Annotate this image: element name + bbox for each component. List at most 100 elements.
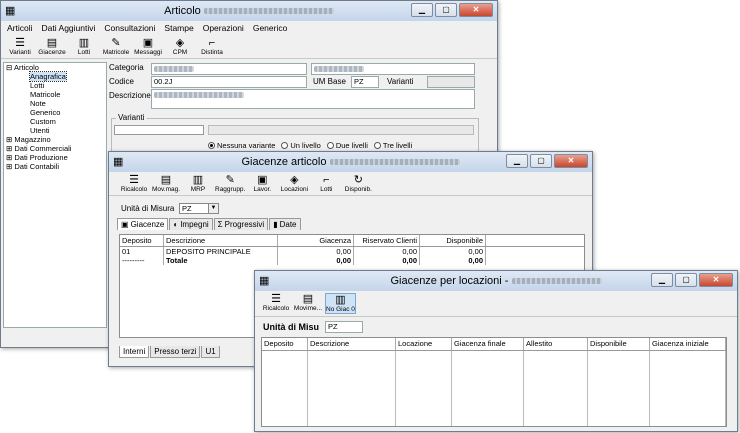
tree-item-utenti[interactable]: Utenti [4, 126, 106, 135]
bottom-tab-interni[interactable]: Interni [119, 346, 150, 358]
radio-nessuna-variante[interactable]: Nessuna variante [208, 141, 275, 150]
app-icon: ▦ [5, 5, 16, 17]
cell-dep: 01 [120, 247, 164, 256]
radio-indicator[interactable] [281, 142, 289, 149]
col-header-disponibile[interactable]: Disponibile [420, 235, 486, 246]
cell-ris: 0,00 [354, 247, 420, 256]
tab-date[interactable]: ▮ Date [269, 218, 301, 230]
table-row[interactable]: 01 DEPOSITO PRINCIPALE 0,00 0,00 0,00 [120, 247, 584, 256]
menu-generico[interactable]: Generico [253, 23, 288, 33]
col-header-deposito[interactable]: Deposito [262, 338, 308, 350]
tree-item-dati-contabili[interactable]: ⊞ Dati Contabili [4, 162, 106, 171]
close-button[interactable]: ✕ [554, 154, 588, 168]
tool-no-giac-0-button[interactable]: ▥ No Giac 0 [325, 293, 356, 314]
minimize-button[interactable]: ▁ [651, 273, 673, 287]
col-header-locazione[interactable]: Locazione [396, 338, 452, 350]
tab-progressivi[interactable]: Σ Progressivi [213, 218, 269, 230]
tool-giacenze-button[interactable]: ▤ Giacenze [37, 37, 67, 56]
col-header-descrizione[interactable]: Descrizione [308, 338, 396, 350]
tree-item-label: Custom [30, 117, 56, 126]
toolbar: ☰ Ricalcolo ▤ Mov.mag. ▥ MRP ✎ Raggrupp. ▣ Lavor.… [109, 172, 592, 196]
tool-lotti-button[interactable]: ▥ Lotti [69, 37, 99, 56]
col-header-giacenza-finale[interactable]: Giacenza finale [452, 338, 524, 350]
col-header-riservato-clienti[interactable]: Riservato Clienti [354, 235, 420, 246]
menu-operazioni[interactable]: Operazioni [203, 23, 244, 33]
menu-consultazioni[interactable]: Consultazioni [104, 23, 155, 33]
col-header-giacenza[interactable]: Giacenza [278, 235, 354, 246]
tab-impegni[interactable]: ◐ Impegni [169, 218, 213, 230]
tool-cpm-button[interactable]: ◈ CPM [165, 37, 195, 56]
menu-dati-aggiuntivi[interactable]: Dati Aggiuntivi [42, 23, 96, 33]
radio-tre-livelli[interactable]: Tre livelli [373, 141, 413, 150]
um-select[interactable]: PZ ▼ [179, 203, 219, 214]
tree-item-note[interactable]: Note [4, 99, 106, 108]
tab-giacenze[interactable]: ▣ Giacenze [117, 218, 169, 230]
tool-ricalcolo-button[interactable]: ☰ Ricalcolo [261, 293, 291, 314]
tree-item-anagrafica[interactable]: Anagrafica [4, 71, 106, 82]
um-field[interactable]: PZ [325, 321, 363, 333]
tree-item-generico[interactable]: Generico [4, 108, 106, 117]
maximize-button[interactable]: ▢ [435, 3, 457, 17]
tree-item-matricole[interactable]: Matricole [4, 90, 106, 99]
um-base-field[interactable]: PZ [351, 76, 379, 88]
tool-locazioni-button[interactable]: ◈ Locazioni [279, 174, 309, 193]
window-title: Giacenze per locazioni - [390, 275, 509, 287]
tool-disponib--button[interactable]: ↻ Disponib. [343, 174, 373, 193]
tool-1-icon: ▤ [302, 293, 314, 305]
tree-item-dati-commerciali[interactable]: ⊞ Dati Commerciali [4, 144, 106, 153]
menu-stampe[interactable]: Stampe [164, 23, 193, 33]
nav-tree[interactable]: ⊟ Articolo Anagrafica Lotti Matricole Note Ge… [3, 62, 107, 328]
col-header-disponibile[interactable]: Disponibile [588, 338, 650, 350]
tree-item-custom[interactable]: Custom [4, 117, 106, 126]
minimize-button[interactable]: ▁ [506, 154, 528, 168]
tree-item-magazzino[interactable]: ⊞ Magazzino [4, 135, 106, 144]
tool-lotti-button[interactable]: ⌐ Lotti [311, 174, 341, 193]
radio-label: Tre livelli [382, 141, 413, 150]
minimize-button[interactable]: ▁ [411, 3, 433, 17]
radio-indicator[interactable] [373, 142, 381, 149]
tree-item-dati-produzione[interactable]: ⊞ Dati Produzione [4, 153, 106, 162]
table-row[interactable]: --------- Totale 0,00 0,00 0,00 [120, 256, 584, 265]
bottom-tabs: Interni Presso terzi U1 [119, 346, 221, 358]
close-button[interactable]: ✕ [699, 273, 733, 287]
col-header-descrizione[interactable]: Descrizione [164, 235, 278, 246]
radio-un-livello[interactable]: Un livello [281, 141, 321, 150]
tree-item-label: Generico [30, 108, 61, 117]
tree-item-lotti[interactable]: Lotti [4, 81, 106, 90]
tool-varianti-button[interactable]: ☰ Varianti [5, 37, 35, 56]
categoria-desc-field[interactable] [311, 63, 475, 75]
radio-due-livelli[interactable]: Due livelli [326, 141, 368, 150]
codice-field[interactable]: 00.2J [151, 76, 307, 88]
giacenze-titlebar[interactable]: ▦ Giacenze articolo ▁ ▢ ✕ [109, 152, 592, 172]
tool-mrp-button[interactable]: ▥ MRP [183, 174, 213, 193]
tool-label: Lotti [77, 49, 91, 56]
tool-raggrupp--button[interactable]: ✎ Raggrupp. [215, 174, 245, 193]
varianti-input-1[interactable] [114, 125, 204, 135]
tool-matricole-button[interactable]: ✎ Matricole [101, 37, 131, 56]
locazioni-titlebar[interactable]: ▦ Giacenze per locazioni - ▁ ▢ ✕ [255, 271, 737, 291]
menu-articoli[interactable]: Articoli [7, 23, 33, 33]
tool-distinta-button[interactable]: ⌐ Distinta [197, 37, 227, 56]
col-header-giacenza-iniziale[interactable]: Giacenza iniziale [650, 338, 726, 350]
col-header-allestito[interactable]: Allestito [524, 338, 588, 350]
radio-indicator[interactable] [208, 142, 215, 149]
bottom-tab-presso-terzi[interactable]: Presso terzi [150, 346, 201, 358]
articolo-titlebar[interactable]: ▦ Articolo ▁ ▢ ✕ [1, 1, 497, 21]
descrizione-field[interactable] [151, 89, 475, 109]
radio-indicator[interactable] [326, 142, 334, 149]
grid-column [524, 351, 588, 426]
maximize-button[interactable]: ▢ [530, 154, 552, 168]
toolbar: ☰ Ricalcolo ▤ Movime... ▥ No Giac 0 [255, 291, 737, 317]
tree-item-articolo[interactable]: ⊟ Articolo [4, 63, 106, 72]
tool-messaggi-button[interactable]: ▣ Messaggi [133, 37, 163, 56]
bottom-tab-u1[interactable]: U1 [201, 346, 220, 358]
col-header-deposito[interactable]: Deposito [120, 235, 164, 246]
tool-ricalcolo-button[interactable]: ☰ Ricalcolo [119, 174, 149, 193]
maximize-button[interactable]: ▢ [675, 273, 697, 287]
categoria-field[interactable] [151, 63, 307, 75]
expander-icon[interactable]: ⊟ [6, 63, 14, 72]
tool-mov-mag--button[interactable]: ▤ Mov.mag. [151, 174, 181, 193]
close-button[interactable]: ✕ [459, 3, 493, 17]
tool-lavor--button[interactable]: ▣ Lavor. [247, 174, 277, 193]
tool-movime--button[interactable]: ▤ Movime... [293, 293, 323, 314]
